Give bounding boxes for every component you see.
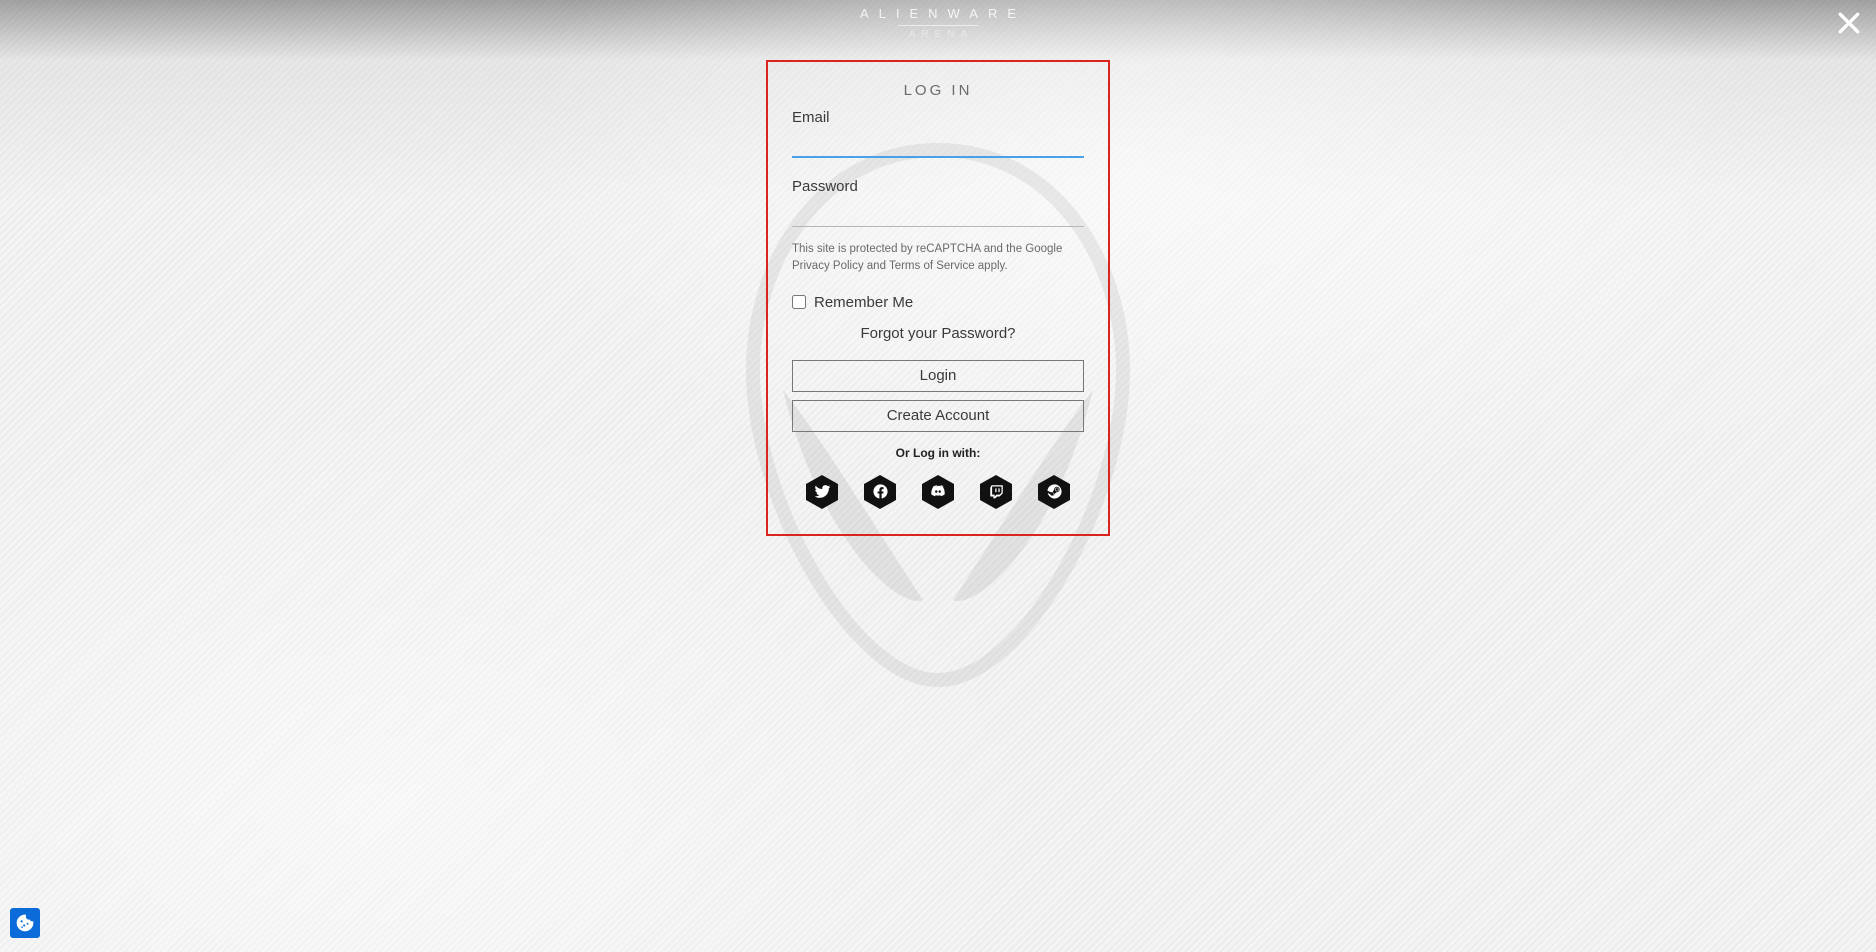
terms-of-service-link[interactable]: Terms of Service bbox=[889, 260, 975, 272]
login-steam-button[interactable] bbox=[1036, 474, 1072, 510]
twitch-icon bbox=[989, 484, 1004, 499]
privacy-policy-link[interactable]: Privacy Policy bbox=[792, 260, 864, 272]
login-button[interactable]: Login bbox=[792, 360, 1084, 392]
panel-title: LOG IN bbox=[792, 82, 1084, 99]
login-panel: LOG IN Email Password This site is prote… bbox=[766, 60, 1110, 536]
email-input[interactable] bbox=[792, 128, 1084, 158]
twitter-icon bbox=[814, 483, 831, 500]
brand-subname: ARENA bbox=[850, 29, 1026, 40]
email-label: Email bbox=[792, 109, 1084, 126]
recaptcha-text-pre: This site is protected by reCAPTCHA and … bbox=[792, 243, 1062, 255]
recaptcha-text-post: apply. bbox=[975, 260, 1008, 272]
recaptcha-text-and: and bbox=[864, 260, 889, 272]
login-facebook-button[interactable] bbox=[862, 474, 898, 510]
steam-icon bbox=[1046, 483, 1063, 500]
remember-me-row[interactable]: Remember Me bbox=[792, 294, 1084, 311]
facebook-icon bbox=[872, 483, 889, 500]
forgot-password-link[interactable]: Forgot your Password? bbox=[792, 325, 1084, 342]
recaptcha-notice: This site is protected by reCAPTCHA and … bbox=[792, 241, 1084, 276]
remember-me-label: Remember Me bbox=[814, 294, 913, 311]
brand-name: ALIENWARE bbox=[850, 6, 1026, 21]
discord-icon bbox=[929, 483, 947, 501]
social-login-row bbox=[792, 474, 1084, 510]
or-login-label: Or Log in with: bbox=[792, 446, 1084, 460]
cookie-preferences-button[interactable] bbox=[10, 908, 40, 938]
brand-divider bbox=[898, 25, 978, 26]
close-button[interactable] bbox=[1836, 10, 1862, 41]
login-discord-button[interactable] bbox=[920, 474, 956, 510]
password-input[interactable] bbox=[792, 197, 1084, 227]
close-icon bbox=[1836, 10, 1862, 36]
login-twitch-button[interactable] bbox=[978, 474, 1014, 510]
login-twitter-button[interactable] bbox=[804, 474, 840, 510]
brand-logo: ALIENWARE ARENA bbox=[850, 6, 1026, 40]
remember-me-checkbox[interactable] bbox=[792, 295, 806, 309]
password-label: Password bbox=[792, 178, 1084, 195]
cookie-icon bbox=[15, 913, 35, 933]
create-account-button[interactable]: Create Account bbox=[792, 400, 1084, 432]
